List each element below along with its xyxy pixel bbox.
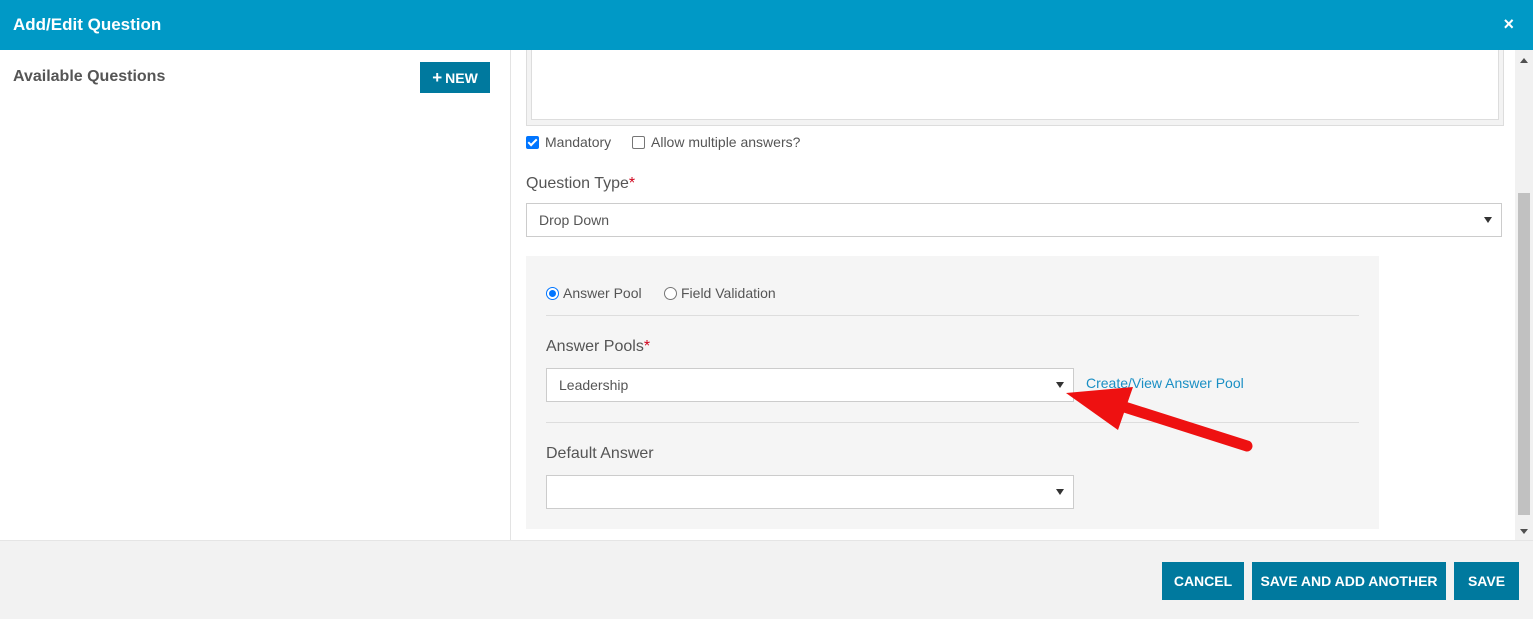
question-text-editor (526, 50, 1504, 126)
save-button[interactable]: SAVE (1454, 562, 1519, 600)
question-type-select[interactable]: Drop Down (526, 203, 1502, 237)
mandatory-checkbox-row[interactable]: Mandatory (526, 134, 611, 150)
required-marker: * (628, 175, 636, 192)
new-button-label: NEW (445, 70, 478, 86)
dialog-footer: CANCEL SAVE AND ADD ANOTHER SAVE (0, 540, 1533, 619)
dialog-header: Add/Edit Question × (0, 0, 1533, 50)
chevron-down-icon (1056, 382, 1064, 388)
vertical-scrollbar[interactable] (1515, 50, 1533, 540)
mandatory-label: Mandatory (545, 134, 612, 150)
field-validation-radio-label: Field Validation (681, 285, 776, 301)
question-text-area[interactable] (531, 50, 1499, 120)
question-type-label: Question Type* (526, 175, 635, 193)
field-validation-radio-row[interactable]: Field Validation (664, 285, 776, 301)
chevron-down-icon (1484, 217, 1492, 223)
plus-icon: + (432, 68, 443, 87)
required-marker: * (643, 338, 651, 355)
allow-multiple-checkbox-row[interactable]: Allow multiple answers? (632, 134, 800, 150)
available-questions-heading: Available Questions (13, 68, 166, 85)
cancel-button[interactable]: CANCEL (1162, 562, 1244, 600)
answer-pools-value: Leadership (559, 377, 629, 393)
create-view-answer-pool-link[interactable]: Create/View Answer Pool (1086, 375, 1244, 391)
question-type-label-text: Question Type (526, 175, 629, 192)
dialog-title: Add/Edit Question (13, 15, 162, 34)
question-type-value: Drop Down (539, 212, 610, 228)
answer-pools-label-text: Answer Pools (546, 338, 644, 355)
available-questions-pane: Available Questions + NEW (0, 50, 511, 540)
allow-multiple-checkbox[interactable] (632, 135, 645, 149)
answer-settings-panel: Answer Pool Field Validation Answer Pool… (526, 256, 1379, 529)
mandatory-checkbox[interactable] (526, 135, 539, 149)
chevron-down-icon (1056, 489, 1064, 495)
allow-multiple-label: Allow multiple answers? (651, 134, 801, 150)
answer-pools-label: Answer Pools* (546, 338, 650, 356)
answer-pools-select[interactable]: Leadership (546, 368, 1074, 402)
save-and-add-another-button[interactable]: SAVE AND ADD ANOTHER (1252, 562, 1446, 600)
answer-pool-radio-label: Answer Pool (563, 285, 642, 301)
scrollbar-thumb[interactable] (1518, 193, 1530, 515)
default-answer-label: Default Answer (546, 445, 654, 462)
field-validation-radio[interactable] (664, 286, 677, 300)
divider (546, 315, 1359, 316)
scroll-up-icon[interactable] (1520, 58, 1528, 63)
close-icon[interactable]: × (1503, 14, 1514, 34)
divider (546, 422, 1359, 423)
default-answer-select[interactable] (546, 475, 1074, 509)
scroll-down-icon[interactable] (1520, 529, 1528, 534)
new-question-button[interactable]: + NEW (420, 62, 490, 93)
answer-pool-radio[interactable] (546, 286, 559, 300)
answer-pool-radio-row[interactable]: Answer Pool (546, 285, 642, 301)
question-editor-pane: Mandatory Allow multiple answers? Questi… (511, 50, 1515, 540)
